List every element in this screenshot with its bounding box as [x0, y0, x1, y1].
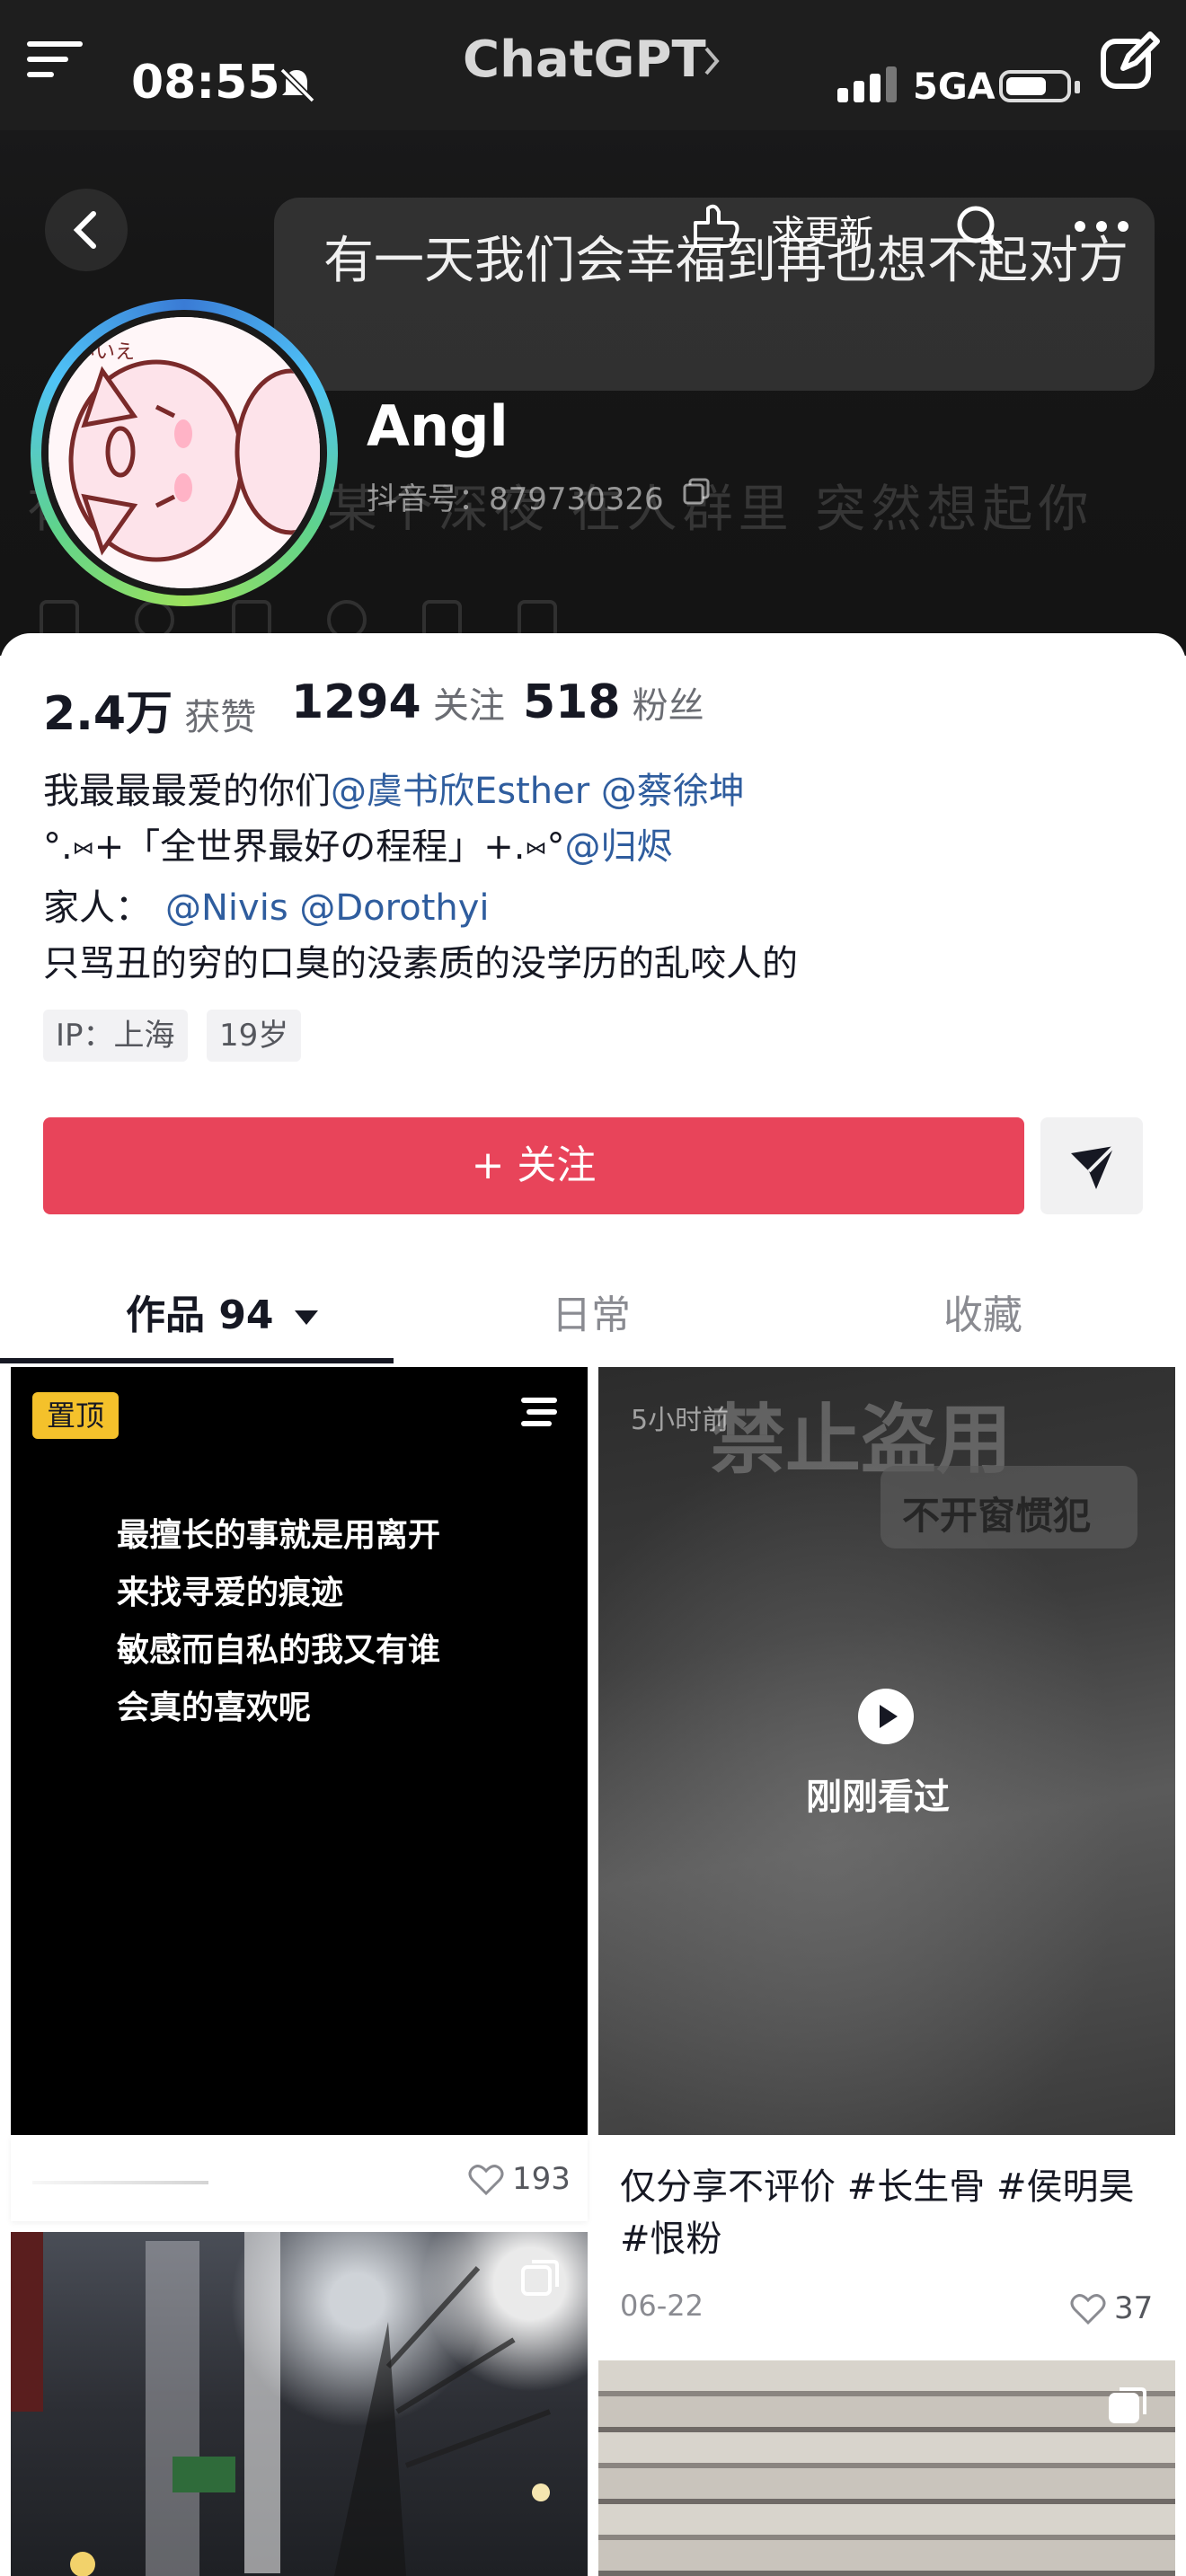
- like-count: 37: [1114, 2290, 1154, 2326]
- douyin-id: 抖音号：879730326: [367, 481, 664, 517]
- multi-image-icon: [1109, 2387, 1146, 2423]
- network-label: 5GA: [913, 66, 996, 108]
- post-text-line: 最擅长的事就是用离开: [117, 1517, 441, 1554]
- stat-value: 1294: [291, 675, 421, 729]
- app-title[interactable]: ChatGPT: [463, 31, 706, 89]
- back-button[interactable]: [45, 189, 128, 271]
- play-icon[interactable]: [858, 1689, 914, 1744]
- stat-value: 2.4万: [43, 687, 173, 741]
- hand-icon[interactable]: [686, 199, 744, 250]
- bio-text: 我最最最爱的你们: [43, 771, 331, 812]
- bio-mention[interactable]: @归烬: [564, 826, 672, 868]
- street-scene-image: [11, 2232, 552, 2576]
- stat-label: 粉丝: [632, 685, 704, 727]
- bio-text: 家人：: [43, 887, 151, 929]
- bio-line: 我最最最爱的你们@虞书欣Esther @蔡徐坤: [43, 763, 745, 819]
- active-tab-indicator: [0, 1358, 394, 1363]
- stat-value: 518: [523, 675, 621, 729]
- stat-label: 获赞: [184, 697, 257, 738]
- avatar[interactable]: いいえ: [49, 317, 320, 588]
- ip-tag: IP：上海: [43, 1010, 188, 1062]
- pinned-badge: 置顶: [32, 1392, 119, 1439]
- stat-label: 关注: [432, 685, 505, 727]
- bell-muted-icon: [279, 67, 315, 103]
- age-tag: 19岁: [207, 1010, 302, 1062]
- profile-name: Angl: [367, 393, 509, 459]
- multi-image-icon: [521, 2260, 559, 2296]
- status-time: 08:55: [131, 56, 280, 110]
- stat-likes[interactable]: 2.4万 获赞: [43, 675, 256, 743]
- share-button[interactable]: [1040, 1117, 1143, 1214]
- bio-line: °.⑅+「全世界最好の程程」+.⑅°@归烬: [43, 819, 672, 875]
- more-icon[interactable]: [1073, 214, 1130, 239]
- search-icon[interactable]: [952, 201, 1006, 255]
- bio-mention[interactable]: @虞书欣Esther @蔡徐坤: [331, 771, 745, 812]
- like-count: 193: [512, 2161, 571, 2197]
- video-card[interactable]: [11, 2232, 588, 2576]
- tab-daily[interactable]: 日常: [552, 1283, 631, 1340]
- caret-down-icon: [294, 1310, 318, 1325]
- bio-line: 家人： @Nivis @Dorothyi: [43, 880, 490, 936]
- chevron-right-icon: [704, 47, 720, 75]
- bio-mention[interactable]: @Nivis @Dorothyi: [165, 887, 490, 929]
- video-card[interactable]: [11, 1367, 588, 2135]
- compose-icon[interactable]: [1098, 29, 1163, 93]
- battery-icon: [999, 70, 1071, 102]
- follow-button[interactable]: + 关注: [43, 1117, 1024, 1214]
- heart-icon[interactable]: [1069, 2292, 1107, 2326]
- request-update-button[interactable]: 求更新: [771, 205, 873, 254]
- stat-following[interactable]: 1294 关注: [291, 675, 505, 729]
- video-date: 06-22: [620, 2289, 704, 2323]
- tab-favorites[interactable]: 收藏: [943, 1283, 1022, 1340]
- time-ago: 5小时前: [631, 1405, 730, 1436]
- tab-works[interactable]: 作品 94: [126, 1283, 320, 1340]
- post-text-line: 会真的喜欢呢: [117, 1689, 312, 1726]
- bio-line: 只骂丑的穷的口臭的没素质的没学历的乱咬人的: [43, 943, 798, 984]
- profile-header: 08:55 ChatGPT 5GA 有一瞬间 在某个深夜 在人群里 突然想起你: [0, 0, 1186, 656]
- tab-label: 作品 94: [126, 1292, 274, 1338]
- bio-text: °.⑅+「全世界最好の程程」+.⑅°: [43, 826, 565, 868]
- copy-icon[interactable]: [683, 478, 712, 507]
- back-arrow-icon: [73, 211, 96, 249]
- stat-followers[interactable]: 518 粉丝: [523, 675, 704, 729]
- post-text-line: 敏感而自私的我又有谁: [117, 1632, 441, 1669]
- post-text-line: 来找寻爱的痕迹: [117, 1575, 344, 1611]
- send-icon: [1071, 1144, 1116, 1189]
- video-caption[interactable]: 仅分享不评价 #长生骨 #侯明昊 #恨粉: [620, 2161, 1150, 2265]
- cat-avatar-image: いいえ: [49, 317, 320, 588]
- just-watched-label: 刚刚看过: [806, 1777, 950, 1818]
- video-card[interactable]: [598, 2360, 1175, 2576]
- heart-icon[interactable]: [467, 2163, 505, 2197]
- text-post-icon: [521, 1398, 557, 1426]
- menu-icon[interactable]: [27, 40, 84, 79]
- video-tag-text: 不开窗惯犯: [902, 1494, 1092, 1538]
